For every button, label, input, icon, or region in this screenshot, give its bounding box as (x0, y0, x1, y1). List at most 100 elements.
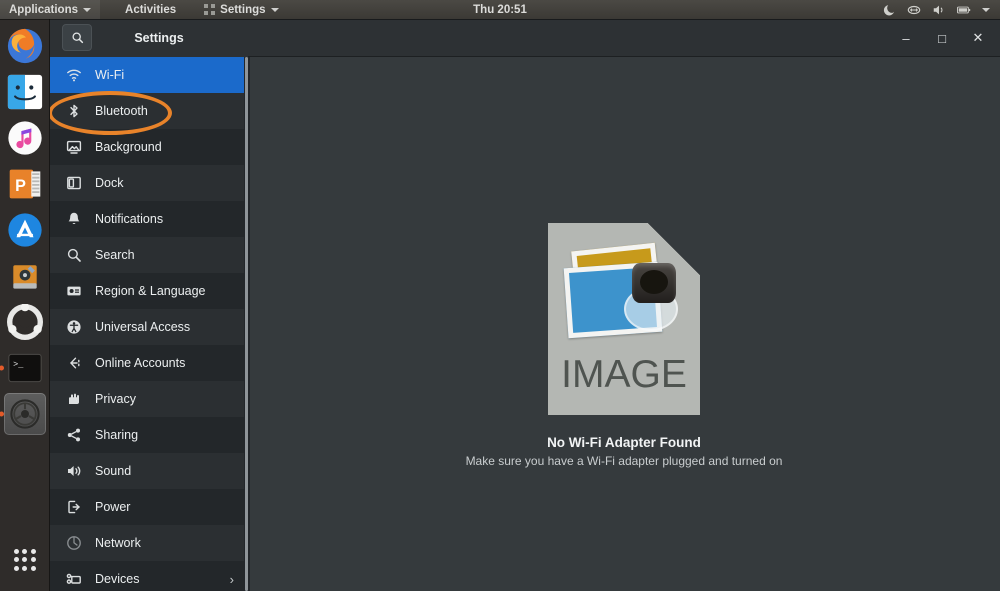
dock-item-impress[interactable]: P (4, 163, 46, 205)
search-icon (71, 32, 83, 44)
presentation-app-icon: P (9, 169, 41, 199)
terminal-icon: >_ (8, 353, 42, 383)
magnifier-body-icon (632, 263, 676, 303)
sidebar-item-label: Universal Access (95, 320, 191, 334)
volume-icon[interactable] (932, 3, 946, 17)
sidebar-item-notifications[interactable]: Notifications (50, 201, 248, 237)
running-indicator (0, 365, 4, 371)
music-icon (8, 121, 42, 155)
sidebar-item-label: Sound (95, 464, 132, 478)
close-button[interactable]: ✕ (970, 30, 986, 46)
magnifier-inner (640, 270, 668, 294)
app-grid-icon (14, 549, 36, 571)
firefox-icon (7, 28, 43, 64)
sidebar-item-devices[interactable]: Devices › (50, 561, 248, 591)
svg-text:>_: >_ (13, 359, 24, 369)
sidebar-item-label: Power (95, 500, 131, 514)
sidebar-item-network[interactable]: Network (50, 525, 248, 561)
search-button[interactable] (62, 24, 92, 51)
dock-item-files[interactable] (4, 71, 46, 113)
notifications-icon (66, 211, 82, 227)
search-icon (66, 247, 82, 263)
no-adapter-subtitle: Make sure you have a Wi-Fi adapter plugg… (465, 454, 783, 468)
sidebar-item-background[interactable]: Background (50, 129, 248, 165)
settings-gear-icon (10, 399, 40, 429)
running-indicator (0, 411, 4, 417)
window-body: Wi-Fi Bluetooth Background Dock Notification… (50, 57, 1000, 591)
dock-item-software-store[interactable] (4, 209, 46, 251)
chevron-down-icon[interactable] (982, 7, 990, 12)
wifi-panel: IMAGE No Wi-Fi Adapter Found Make sure y… (248, 57, 1000, 591)
dock-item-disk-utility[interactable] (4, 255, 46, 297)
sidebar-item-label: Search (95, 248, 135, 262)
battery-icon[interactable] (957, 3, 971, 17)
sidebar-item-label: Bluetooth (95, 104, 148, 118)
application-dock: P >_ (0, 19, 50, 591)
region-language-icon (66, 283, 82, 299)
sidebar-item-label: Sharing (95, 428, 139, 442)
dock-item-firefox[interactable] (4, 25, 46, 67)
bluetooth-icon (66, 103, 82, 119)
sidebar-item-label: Background (95, 140, 162, 154)
dock-show-applications-button[interactable] (4, 539, 46, 581)
sidebar-item-wi-fi[interactable]: Wi-Fi (50, 57, 248, 93)
broken-image-placeholder: IMAGE (548, 223, 700, 415)
sidebar-item-label: Notifications (95, 212, 164, 226)
sidebar-item-label: Network (95, 536, 141, 550)
chevron-right-icon: › (229, 571, 234, 587)
placeholder-label: IMAGE (561, 353, 687, 396)
privacy-icon (66, 391, 82, 407)
topbar-applications-menu[interactable]: Applications (0, 0, 101, 19)
dock-item-ubuntu-help[interactable] (4, 301, 46, 343)
sidebar-item-label: Wi-Fi (95, 68, 125, 82)
maximize-button[interactable]: □ (934, 30, 950, 46)
sidebar-item-label: Devices (95, 572, 140, 586)
dock-icon (66, 175, 82, 191)
activities-label: Activities (125, 3, 177, 16)
night-mode-icon[interactable] (882, 3, 896, 17)
sidebar-item-label: Region & Language (95, 284, 206, 298)
minimize-button[interactable]: – (898, 30, 914, 46)
placeholder-artwork (562, 242, 686, 353)
disk-utility-icon (13, 265, 37, 289)
sidebar-item-region-language[interactable]: Region & Language (50, 273, 248, 309)
sidebar-scrollbar[interactable] (244, 57, 250, 591)
scrollbar-thumb[interactable] (245, 57, 248, 591)
dock-item-settings[interactable] (0, 393, 46, 435)
ubuntu-circle-icon (7, 304, 43, 340)
sidebar-item-bluetooth[interactable]: Bluetooth (50, 93, 248, 129)
wifi-icon (66, 67, 82, 83)
sidebar-item-sound[interactable]: Sound (50, 453, 248, 489)
window-controls: – □ ✕ (898, 19, 1000, 57)
sidebar-item-privacy[interactable]: Privacy (50, 381, 248, 417)
sidebar-item-power[interactable]: Power (50, 489, 248, 525)
dock-item-music[interactable] (4, 117, 46, 159)
sidebar-item-label: Online Accounts (95, 356, 186, 370)
window-title: Settings (134, 30, 184, 45)
topbar-settings-menu[interactable]: Settings (195, 0, 287, 19)
dock-item-terminal[interactable]: >_ (0, 347, 46, 389)
sidebar-item-online-accounts[interactable]: Online Accounts (50, 345, 248, 381)
background-icon (66, 139, 82, 155)
topbar-activities-button[interactable]: Activities (116, 0, 185, 19)
settings-window: Settings – □ ✕ Wi-Fi Bluetooth Background D… (48, 18, 1000, 591)
topbar-status-area[interactable] (882, 3, 996, 17)
titlebar-left-pane: Settings (50, 18, 248, 57)
network-link-icon[interactable] (907, 3, 921, 17)
sidebar-item-dock[interactable]: Dock (50, 165, 248, 201)
universal-access-icon (66, 319, 82, 335)
app-store-icon (8, 213, 42, 247)
network-icon (66, 535, 82, 551)
sidebar-item-universal-access[interactable]: Universal Access (50, 309, 248, 345)
sidebar-item-search[interactable]: Search (50, 237, 248, 273)
online-accounts-icon (66, 355, 82, 371)
desktop-screen: Applications Activities Settings Thu 20:… (0, 0, 1000, 591)
no-adapter-title: No Wi-Fi Adapter Found (547, 435, 701, 450)
sidebar-item-sharing[interactable]: Sharing (50, 417, 248, 453)
sidebar-item-label: Privacy (95, 392, 136, 406)
sharing-icon (66, 427, 82, 443)
sidebar-item-label: Dock (95, 176, 124, 190)
applications-label: Applications (9, 3, 79, 16)
settings-app-icon (204, 4, 216, 15)
settings-label: Settings (220, 3, 266, 16)
